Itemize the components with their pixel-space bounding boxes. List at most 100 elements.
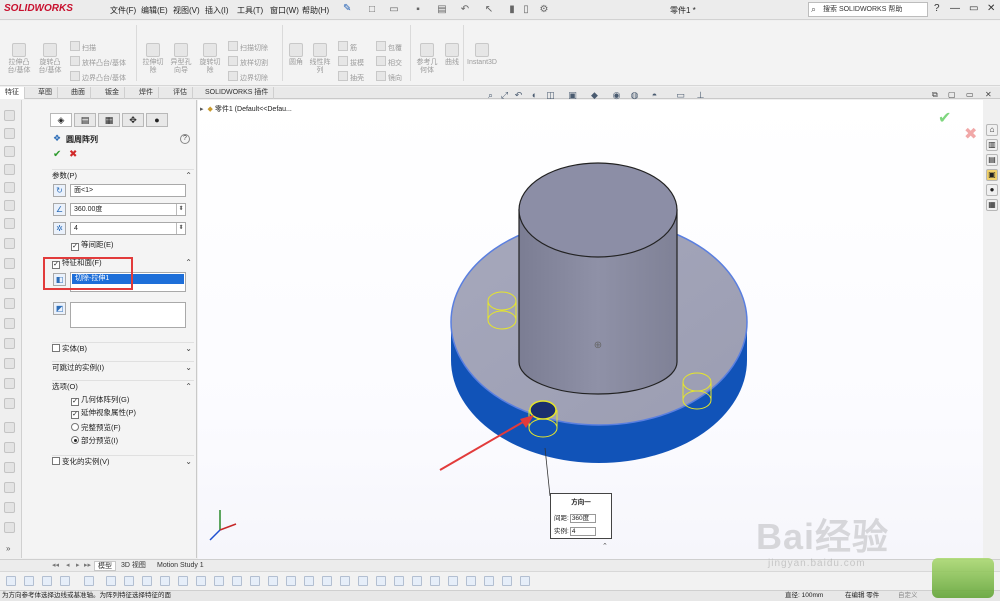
property-manager-tab-icon[interactable]: ▤ (74, 113, 96, 127)
custom-properties-icon[interactable]: ▦ (986, 199, 998, 211)
tool-icon[interactable] (286, 576, 296, 586)
open-icon[interactable]: ▭ (388, 4, 400, 16)
tool-icon[interactable] (502, 576, 512, 586)
options-group-header[interactable]: 选项(O) ⌃ (52, 380, 194, 392)
sketch-tool-icon[interactable] (4, 482, 15, 493)
menu-tools[interactable]: 工具(T) (237, 5, 263, 16)
full-preview-radio[interactable]: 完整预览(F) (71, 422, 121, 433)
close-button[interactable]: ✕ (987, 3, 995, 14)
tool-icon[interactable] (250, 576, 260, 586)
skip-instances-header[interactable]: 可跳过的实例(I) ⌄ (52, 361, 194, 373)
tool-icon[interactable] (322, 576, 332, 586)
instant3d-tool[interactable]: Instant3D (465, 43, 499, 67)
hole-wizard-tool[interactable]: 异型孔 向导 (168, 43, 194, 75)
tool-icon[interactable] (124, 576, 134, 586)
tool-icon[interactable] (214, 576, 224, 586)
sketch-tool-icon[interactable] (4, 462, 15, 473)
viewport-close-icon[interactable]: ✕ (985, 90, 992, 99)
shell-tool[interactable]: 抽壳 (338, 71, 364, 83)
help-search-input[interactable]: ⌕ 搜索 SOLIDWORKS 帮助 (808, 2, 928, 17)
params-group-header[interactable]: 参数(P) ⌃ (52, 169, 194, 181)
sketch-tool-icon[interactable] (4, 442, 15, 453)
tab-weldments[interactable]: 焊件 (134, 87, 159, 99)
expand-arrow-icon[interactable]: ▸ (200, 106, 204, 113)
pin-icon[interactable]: ✎ (343, 3, 351, 14)
tool-icon[interactable] (24, 576, 34, 586)
view-palette-icon[interactable]: ▣ (986, 169, 998, 181)
chevron-down-icon[interactable]: » (6, 544, 10, 553)
ok-button[interactable]: ✔ (53, 149, 61, 160)
tool-icon[interactable] (60, 576, 70, 586)
viewport-restore-icon[interactable]: ⧉ (932, 90, 938, 100)
display-manager-tab-icon[interactable]: ● (146, 113, 168, 127)
sketch-tool-icon[interactable] (4, 164, 15, 175)
tool-icon[interactable] (196, 576, 206, 586)
dimxpert-tab-icon[interactable]: ✥ (122, 113, 144, 127)
revolve-boss-tool[interactable]: 旋转凸 台/基体 (35, 43, 65, 75)
tool-icon[interactable] (178, 576, 188, 586)
partial-preview-radio[interactable]: 部分预览(I) (71, 435, 118, 446)
tool-icon[interactable] (430, 576, 440, 586)
revolve-cut-tool[interactable]: 旋转切 除 (197, 43, 223, 75)
linear-pattern-tool[interactable]: 线性阵 列 (308, 43, 332, 75)
file-properties-icon[interactable]: ▯ (520, 4, 532, 16)
faces-list[interactable] (70, 302, 186, 328)
sketch-tool-icon[interactable] (4, 238, 15, 249)
spinner-icon[interactable]: ⬍ (176, 223, 185, 234)
hide-show-icon[interactable]: ◉ (611, 90, 622, 101)
options-gear-icon[interactable]: ⚙ (538, 4, 550, 16)
bodies-group-header[interactable]: 实体(B) ⌄ (52, 342, 194, 354)
section-view-icon[interactable]: ◐ (529, 90, 540, 101)
help-icon[interactable]: ? (180, 134, 190, 144)
tool-icon[interactable] (232, 576, 242, 586)
tool-icon[interactable] (106, 576, 116, 586)
save-icon[interactable]: ▪ (412, 4, 424, 16)
axis-direction-icon[interactable]: ↻ (53, 184, 66, 197)
rib-tool[interactable]: 筋 (338, 41, 357, 53)
view-settings-icon[interactable]: ▭ (675, 90, 686, 101)
edit-appearance-icon[interactable]: ◍ (629, 90, 640, 101)
tool-icon[interactable] (42, 576, 52, 586)
tool-icon[interactable] (358, 576, 368, 586)
geometry-pattern-checkbox[interactable]: ✓ 几何体阵列(G) (71, 394, 129, 406)
fillet-tool[interactable]: 圆角 (285, 43, 307, 67)
view-orientation-icon[interactable]: ▣ (567, 90, 578, 101)
restore-button[interactable]: ▭ (969, 3, 978, 14)
tab-evaluate[interactable]: 评估 (168, 87, 193, 99)
sketch-tool-icon[interactable] (4, 378, 15, 389)
boundary-cut-tool[interactable]: 边界切除 (228, 71, 268, 83)
viewport-minimize-icon[interactable]: ▭ (966, 90, 974, 99)
sketch-tool-icon[interactable] (4, 358, 15, 369)
tab-solidworks-addins[interactable]: SOLIDWORKS 插件 (200, 87, 275, 99)
sketch-tool-icon[interactable] (4, 398, 15, 409)
menu-view[interactable]: 视图(V) (173, 5, 200, 16)
boss-top-face[interactable] (518, 162, 678, 258)
menu-insert[interactable]: 插入(I) (205, 5, 229, 16)
tool-icon[interactable] (394, 576, 404, 586)
propagate-visual-checkbox[interactable]: ✓ 延伸视象属性(P) (71, 407, 136, 419)
sketch-tool-icon[interactable] (4, 278, 15, 289)
tool-icon[interactable] (6, 576, 16, 586)
menu-window[interactable]: 窗口(W) (270, 5, 299, 16)
tool-icon[interactable] (484, 576, 494, 586)
cancel-button[interactable]: ✖ (69, 149, 77, 160)
menu-file[interactable]: 文件(F) (110, 5, 136, 16)
tool-icon[interactable] (268, 576, 278, 586)
sketch-tool-icon[interactable] (4, 502, 15, 513)
tab-nav-first-icon[interactable]: ◂◂ (52, 561, 59, 569)
graphics-area[interactable]: ⊕ (198, 100, 983, 559)
help-question-icon[interactable]: ? (934, 3, 940, 14)
feature-manager-tab-icon[interactable]: ◈ (50, 113, 72, 127)
solidworks-resources-icon[interactable]: ⌂ (986, 124, 998, 136)
confirm-ok-icon[interactable]: ✔ (938, 108, 951, 128)
sketch-tool-icon[interactable] (4, 522, 15, 533)
tool-icon[interactable] (304, 576, 314, 586)
loft-tool[interactable]: 放样凸台/基体 (70, 56, 126, 68)
status-custom[interactable]: 自定义 (898, 591, 918, 601)
extrude-cut-tool[interactable]: 拉伸切 除 (140, 43, 166, 75)
tab-3d-view[interactable]: 3D 视图 (118, 561, 149, 571)
instances-callout-field[interactable]: 4 (569, 527, 596, 536)
previous-view-icon[interactable]: ↶ (513, 90, 524, 101)
tab-sketch[interactable]: 草图 (33, 87, 58, 99)
dynamic-annotation-icon[interactable]: ◫ (545, 90, 556, 101)
